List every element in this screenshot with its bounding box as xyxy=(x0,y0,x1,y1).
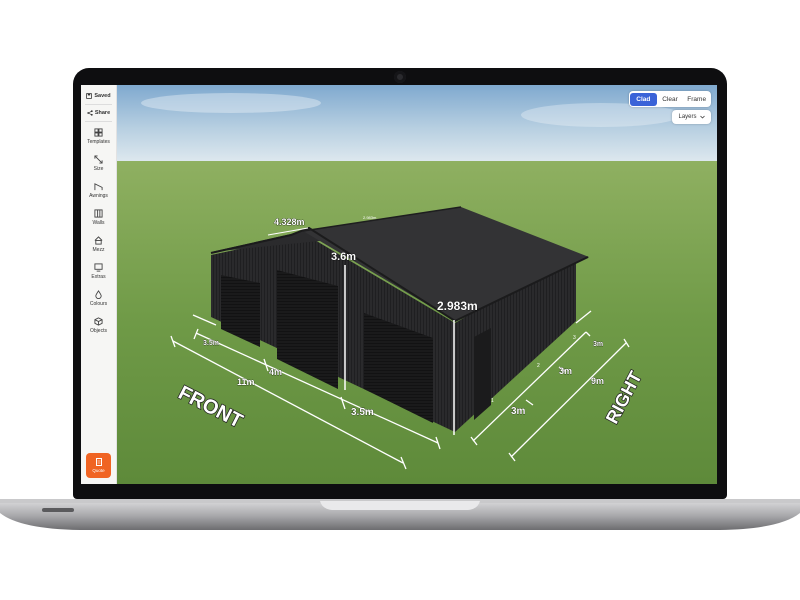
app-screen: 4.328m 2.983m 3.6m 2.983m 3.5m 4m 3.5m 1… xyxy=(81,85,717,484)
sidebar-item-label: Extras xyxy=(91,274,106,280)
port-slot xyxy=(42,508,74,512)
layers-dropdown[interactable]: Layers xyxy=(672,110,711,124)
sidebar-item-label: Walls xyxy=(92,220,105,226)
bay-number-3: 3 xyxy=(573,335,576,341)
front-bay-label-2: 4m xyxy=(269,367,282,377)
sidebar-item-label: Mezz xyxy=(92,247,105,253)
cube-icon xyxy=(94,317,103,326)
resize-icon xyxy=(94,155,103,164)
roof-width-label: 4.328m xyxy=(274,217,305,227)
tab-frame[interactable]: Frame xyxy=(683,93,710,106)
sidebar-item-extras[interactable]: Extras xyxy=(81,263,116,280)
shed-3d-viewport[interactable]: 4.328m 2.983m 3.6m 2.983m 3.5m 4m 3.5m 1… xyxy=(81,85,717,484)
chevron-down-icon xyxy=(699,115,705,119)
share-button[interactable]: Share xyxy=(81,106,116,120)
front-bay-label-1: 3.5m xyxy=(203,340,219,347)
sidebar-item-awnings[interactable]: Awnings xyxy=(81,182,116,199)
document-icon xyxy=(95,458,102,466)
save-icon xyxy=(86,93,93,99)
sidebar-item-label: Size xyxy=(93,166,104,172)
sidebar-item-mezz[interactable]: Mezz xyxy=(81,236,116,253)
tab-clear[interactable]: Clear xyxy=(657,93,684,106)
divider xyxy=(85,104,112,105)
saved-button[interactable]: Saved xyxy=(81,89,116,103)
laptop-base xyxy=(0,499,800,530)
front-bay-label-3: 3.5m xyxy=(351,407,374,418)
bay-number-2: 2 xyxy=(537,363,540,369)
sidebar-item-objects[interactable]: Objects xyxy=(81,317,116,334)
sidebar-item-size[interactable]: Size xyxy=(81,155,116,172)
share-label: Share xyxy=(94,110,111,116)
extras-icon xyxy=(94,263,103,272)
cloud xyxy=(141,93,321,113)
sidebar-item-walls[interactable]: Walls xyxy=(81,209,116,226)
sidebar-item-label: Objects xyxy=(90,328,107,334)
quote-button[interactable]: Quote xyxy=(86,453,111,478)
side-door[interactable] xyxy=(474,328,491,420)
bay-number-1: 1 xyxy=(491,398,494,404)
sidebar-item-label: Awnings xyxy=(89,193,108,199)
tab-clad[interactable]: Clad xyxy=(630,92,657,106)
sidebar-item-colours[interactable]: Colours xyxy=(81,290,116,307)
divider xyxy=(85,121,112,122)
side-bay-label-2: 3m xyxy=(559,366,572,376)
sidebar-item-label: Colours xyxy=(89,301,108,307)
view-mode-toggle: Clad Clear Frame xyxy=(629,91,711,107)
layers-label: Layers xyxy=(678,114,697,120)
front-total-label: 11m xyxy=(237,377,255,387)
grid-icon xyxy=(94,128,103,137)
tool-sidebar: Saved Share Templates Size Awnings Walls… xyxy=(81,85,117,484)
ridge-label: 2.983m xyxy=(363,215,377,220)
trackpad-notch xyxy=(320,501,480,510)
side-total-label: 9m xyxy=(591,376,604,386)
droplet-icon xyxy=(95,290,102,299)
webcam-icon xyxy=(394,71,406,83)
left-height-label: 3.6m xyxy=(331,251,356,263)
share-icon xyxy=(87,110,93,116)
right-height-label: 2.983m xyxy=(437,299,478,313)
walls-icon xyxy=(94,209,103,218)
quote-label: Quote xyxy=(92,468,105,473)
awning-icon xyxy=(94,183,103,191)
saved-label: Saved xyxy=(94,93,111,99)
house-icon xyxy=(94,236,103,245)
sidebar-item-label: Templates xyxy=(87,139,110,145)
side-bay-label-3: 3m xyxy=(593,341,603,348)
side-bay-label-1: 3m xyxy=(511,406,526,417)
sidebar-item-templates[interactable]: Templates xyxy=(81,128,116,145)
